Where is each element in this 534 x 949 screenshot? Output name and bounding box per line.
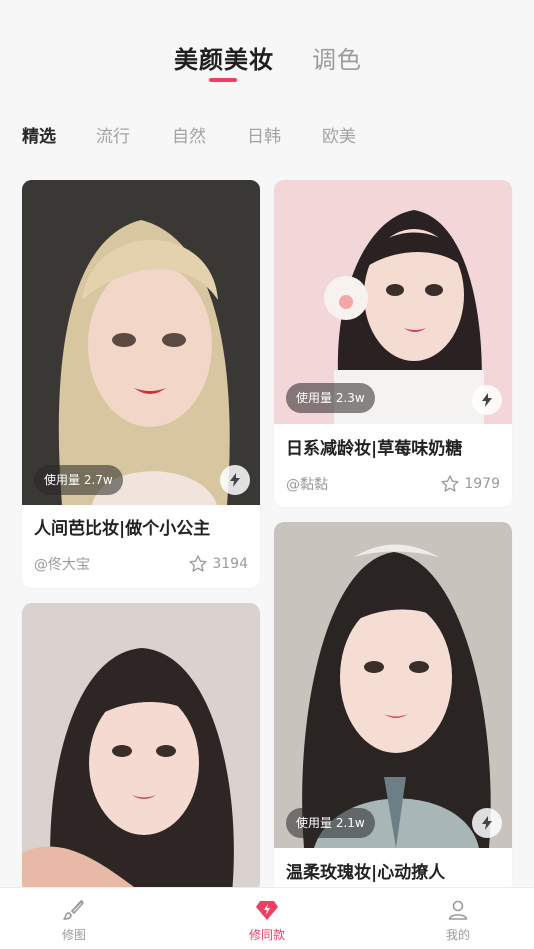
star-icon bbox=[189, 555, 207, 572]
category-tab-natural[interactable]: 自然 bbox=[172, 122, 206, 147]
look-photo[interactable] bbox=[274, 522, 512, 848]
lightning-icon bbox=[482, 816, 492, 830]
category-tab-japan-korea[interactable]: 日韩 bbox=[247, 122, 281, 147]
look-author[interactable]: @佟大宝 bbox=[34, 554, 90, 574]
category-tab-popular[interactable]: 流行 bbox=[96, 122, 130, 147]
top-tabs: 美颜美妆 调色 bbox=[0, 40, 534, 100]
header: 美颜美妆 调色 精选 流行 自然 日韩 欧美 bbox=[0, 0, 534, 170]
look-title: 日系减龄妆|草莓味奶糖 bbox=[286, 439, 463, 459]
nav-label: 修图 bbox=[61, 928, 86, 942]
look-card[interactable]: 使用量 2.1w 温柔玫瑰妆|心动撩人 bbox=[274, 522, 512, 893]
tab-beauty-makeup[interactable]: 美颜美妆 bbox=[174, 40, 274, 75]
category-tab-featured[interactable]: 精选 bbox=[22, 122, 56, 147]
usage-badge: 使用量 2.3w bbox=[286, 383, 375, 413]
brush-icon bbox=[63, 900, 84, 920]
lightning-icon bbox=[230, 473, 240, 487]
nav-label: 修同款 bbox=[248, 928, 285, 942]
look-author[interactable]: @黏黏 bbox=[286, 474, 328, 494]
category-tab-western[interactable]: 欧美 bbox=[322, 122, 356, 147]
lightning-icon bbox=[482, 393, 492, 407]
quick-apply-button[interactable] bbox=[472, 808, 502, 838]
look-card[interactable]: 使用量 2.7w 人间芭比妆|做个小公主 @佟大宝 3194 bbox=[22, 180, 260, 588]
quick-apply-button[interactable] bbox=[472, 385, 502, 415]
usage-badge: 使用量 2.7w bbox=[34, 465, 123, 495]
look-card[interactable]: 使用量 2.3w 日系减龄妆|草莓味奶糖 @黏黏 1979 bbox=[274, 180, 512, 507]
look-card[interactable] bbox=[22, 603, 260, 893]
look-title: 人间芭比妆|做个小公主 bbox=[34, 519, 211, 539]
nav-item-same-style[interactable]: 修同款 bbox=[227, 896, 307, 943]
look-title: 温柔玫瑰妆|心动撩人 bbox=[286, 863, 446, 883]
like-count[interactable]: 1979 bbox=[440, 474, 500, 494]
quick-apply-button[interactable] bbox=[220, 465, 250, 495]
look-photo[interactable] bbox=[22, 603, 260, 893]
bottom-nav: 修图 修同款 我的 bbox=[0, 887, 534, 949]
like-count[interactable]: 3194 bbox=[188, 554, 248, 574]
star-icon bbox=[441, 475, 459, 492]
nav-item-profile[interactable]: 我的 bbox=[418, 896, 498, 943]
usage-badge: 使用量 2.1w bbox=[286, 808, 375, 838]
category-tabs: 精选 流行 自然 日韩 欧美 bbox=[0, 122, 534, 152]
user-icon bbox=[448, 900, 468, 920]
tab-color-grading[interactable]: 调色 bbox=[312, 40, 362, 75]
diamond-icon bbox=[256, 901, 278, 920]
look-photo[interactable] bbox=[22, 180, 260, 505]
active-tab-indicator bbox=[209, 78, 237, 82]
nav-item-retouch[interactable]: 修图 bbox=[34, 896, 114, 943]
nav-label: 我的 bbox=[445, 928, 470, 942]
